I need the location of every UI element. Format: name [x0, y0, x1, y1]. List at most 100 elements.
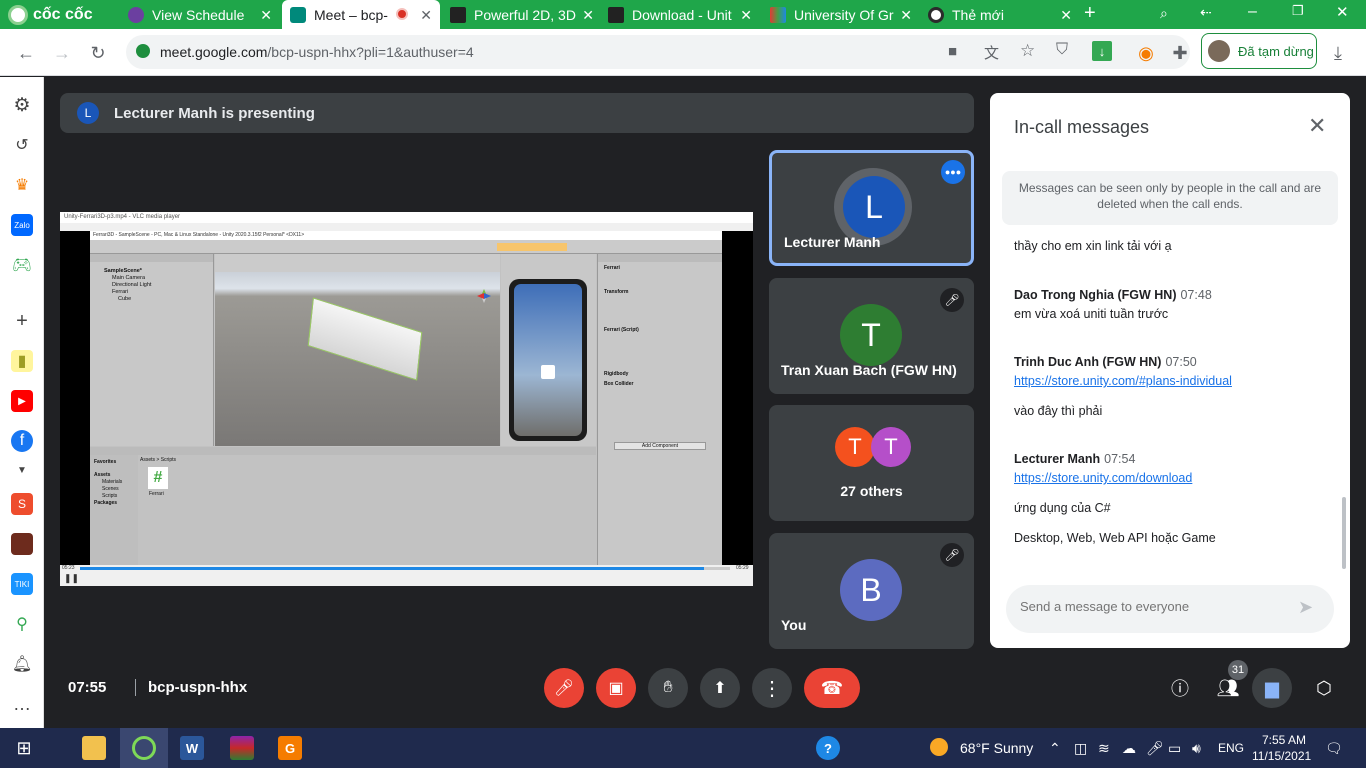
chat-message-text: vào đây thì phải	[1014, 404, 1103, 418]
star-icon[interactable]: ☆	[1020, 41, 1035, 61]
send-icon[interactable]: ➤	[1298, 597, 1313, 618]
raise-hand-button[interactable]: ✋︎	[648, 668, 688, 708]
maximize-button[interactable]: ❐	[1292, 3, 1304, 19]
game-avatar-icon[interactable]	[11, 533, 33, 555]
notification-icon[interactable]: 🗨︎	[1325, 740, 1343, 757]
tab-unity-powerful[interactable]: Powerful 2D, 3D ✕	[442, 0, 602, 29]
present-screen-button[interactable]: ⬆	[700, 668, 740, 708]
close-icon[interactable]: ✕	[582, 7, 594, 24]
address-bar[interactable]: meet.google.com/bcp-uspn-hhx?pli=1&authu…	[126, 35, 1190, 69]
winrar-icon[interactable]	[230, 736, 254, 760]
word-icon[interactable]: W	[180, 736, 204, 760]
camera-icon[interactable]: ■	[948, 43, 957, 60]
close-icon[interactable]: ✕	[740, 7, 752, 24]
volume-icon[interactable]: 🔊︎	[1192, 740, 1201, 757]
windows-start-icon[interactable]: ⊞	[12, 736, 36, 760]
chat-message-sender: Dao Trong Nghia (FGW HN) 07:48	[1014, 288, 1212, 302]
activities-button[interactable]: ⬡	[1310, 674, 1338, 702]
download-icon[interactable]: ⤓	[1324, 39, 1352, 67]
chat-message-input[interactable]	[1020, 599, 1280, 614]
participant-name: You	[781, 617, 807, 633]
participant-tile-lecturer[interactable]: L ●●● Lecturer Manh	[769, 150, 974, 266]
profile-button[interactable]: Đã tạm dừng	[1201, 33, 1317, 69]
project-content: Assets > Scripts # Ferrari	[138, 455, 596, 565]
foxit-pdf-icon[interactable]: G	[278, 736, 302, 760]
sender-name: Dao Trong Nghia (FGW HN)	[1014, 288, 1177, 302]
close-icon[interactable]: ✕	[420, 7, 432, 24]
participant-tile-others[interactable]: T T 27 others	[769, 405, 974, 521]
battery-icon[interactable]: ▭	[1168, 740, 1181, 757]
close-window-button[interactable]: ✕	[1336, 3, 1349, 21]
end-call-button[interactable]: ☎	[804, 668, 860, 708]
wifi-icon[interactable]: ≋	[1098, 740, 1110, 757]
youtube-icon[interactable]: ▶	[11, 390, 33, 412]
tab-unity-download[interactable]: Download - Unit ✕	[600, 0, 760, 29]
chevron-up-icon[interactable]: ⌃	[1049, 740, 1061, 757]
shopee-icon[interactable]: S	[11, 493, 33, 515]
location-pin-icon[interactable]: ⚲	[11, 613, 33, 635]
translate-icon[interactable]: 文	[984, 42, 999, 63]
mic-toggle-button[interactable]: 🎤︎	[544, 668, 584, 708]
new-tab-button[interactable]: +	[1084, 2, 1096, 25]
download-extension-icon[interactable]: ↓	[1092, 41, 1112, 61]
camera-toggle-button[interactable]: ▣	[596, 668, 636, 708]
browser-sidebar: ⚙ ↺ ♛ Zalo 🎮︎ + ▮ ▶ f ▼ S TIKI ⚲ 🔔︎ …	[0, 77, 44, 728]
history-icon[interactable]: ↺	[11, 134, 33, 156]
extensions-puzzle-icon[interactable]: ✚	[1166, 39, 1194, 67]
tab-search-icon[interactable]: ⌕	[1160, 5, 1168, 22]
chevron-down-icon[interactable]: ▼	[11, 459, 33, 481]
taskbar-active-app[interactable]	[120, 728, 168, 768]
vlc-progress-track	[80, 567, 730, 570]
vlc-title: Unity-Ferrari3D-p3.mp4 - VLC media playe…	[64, 214, 181, 220]
people-icon: 👥︎	[1216, 677, 1240, 698]
chat-message-link[interactable]: https://store.unity.com/download	[1014, 471, 1192, 485]
more-options-button[interactable]: ⋮	[752, 668, 792, 708]
meeting-info-button[interactable]: ⓘ	[1166, 674, 1194, 702]
microphone-icon[interactable]: 🎤︎	[1146, 740, 1164, 757]
language-indicator[interactable]: ENG	[1218, 741, 1244, 755]
coccoc-logo-icon	[8, 5, 28, 25]
gamepad-icon[interactable]: 🎮︎	[11, 254, 33, 276]
more-icon[interactable]: …	[11, 693, 33, 715]
settings-gear-icon[interactable]: ⚙	[11, 94, 33, 116]
close-icon[interactable]: ✕	[1060, 7, 1072, 24]
reload-button[interactable]: ↻	[84, 39, 112, 67]
forward-button[interactable]: →	[48, 39, 76, 67]
tab-university[interactable]: University Of Gr ✕	[762, 0, 920, 29]
chat-message-link[interactable]: https://store.unity.com/#plans-individua…	[1014, 374, 1232, 388]
back-arrow-icon[interactable]: ⇠	[1200, 4, 1212, 21]
chat-scrollbar[interactable]	[1342, 497, 1346, 569]
help-icon[interactable]: ?	[816, 736, 840, 760]
close-icon[interactable]: ✕	[260, 7, 272, 24]
bell-icon[interactable]: 🔔︎	[11, 653, 33, 675]
crown-icon[interactable]: ♛	[11, 174, 33, 196]
participant-tile-you[interactable]: B 🎤︎ You	[769, 533, 974, 649]
coccoc-extension-icon[interactable]: ◉	[1132, 39, 1160, 67]
url-text[interactable]: meet.google.com/bcp-uspn-hhx?pli=1&authu…	[160, 44, 474, 60]
weather-label[interactable]: 68°F Sunny	[960, 740, 1033, 756]
back-button[interactable]: ←	[12, 39, 40, 67]
browser-logo[interactable]: cốc cốc	[8, 5, 93, 25]
scene-toolbar	[215, 254, 500, 272]
tab-new[interactable]: Thẻ mới ✕	[920, 0, 1080, 29]
vlc-controls: 05:23 05:29 ❚❚	[60, 565, 753, 586]
participant-tile-tran-xuan-bach[interactable]: T 🎤︎ Tran Xuan Bach (FGW HN)	[769, 278, 974, 394]
component-header: Ferrari (Script)	[604, 327, 639, 333]
minimize-button[interactable]: –	[1248, 3, 1257, 21]
notes-icon[interactable]: ▮	[11, 350, 33, 372]
taskbar-clock[interactable]: 7:55 AM 11/15/2021	[1252, 732, 1311, 764]
camera-tray-icon[interactable]: ◫	[1074, 740, 1087, 757]
file-explorer-icon[interactable]	[82, 736, 106, 760]
add-icon[interactable]: +	[11, 310, 33, 332]
facebook-icon[interactable]: f	[11, 430, 33, 452]
cloud-icon[interactable]: ☁	[1122, 740, 1136, 757]
chat-button[interactable]: ▆	[1252, 668, 1292, 708]
shared-screen: Unity-Ferrari3D-p3.mp4 - VLC media playe…	[60, 212, 753, 586]
zalo-icon[interactable]: Zalo	[11, 214, 33, 236]
close-icon[interactable]: ✕	[1308, 113, 1326, 139]
tab-meet[interactable]: Meet – bcp- ✕	[282, 0, 440, 29]
tiki-icon[interactable]: TIKI	[11, 573, 33, 595]
shield-icon[interactable]: ⛉	[1056, 41, 1068, 59]
tab-view-schedule[interactable]: View Schedule ✕	[120, 0, 280, 29]
close-icon[interactable]: ✕	[900, 7, 912, 24]
